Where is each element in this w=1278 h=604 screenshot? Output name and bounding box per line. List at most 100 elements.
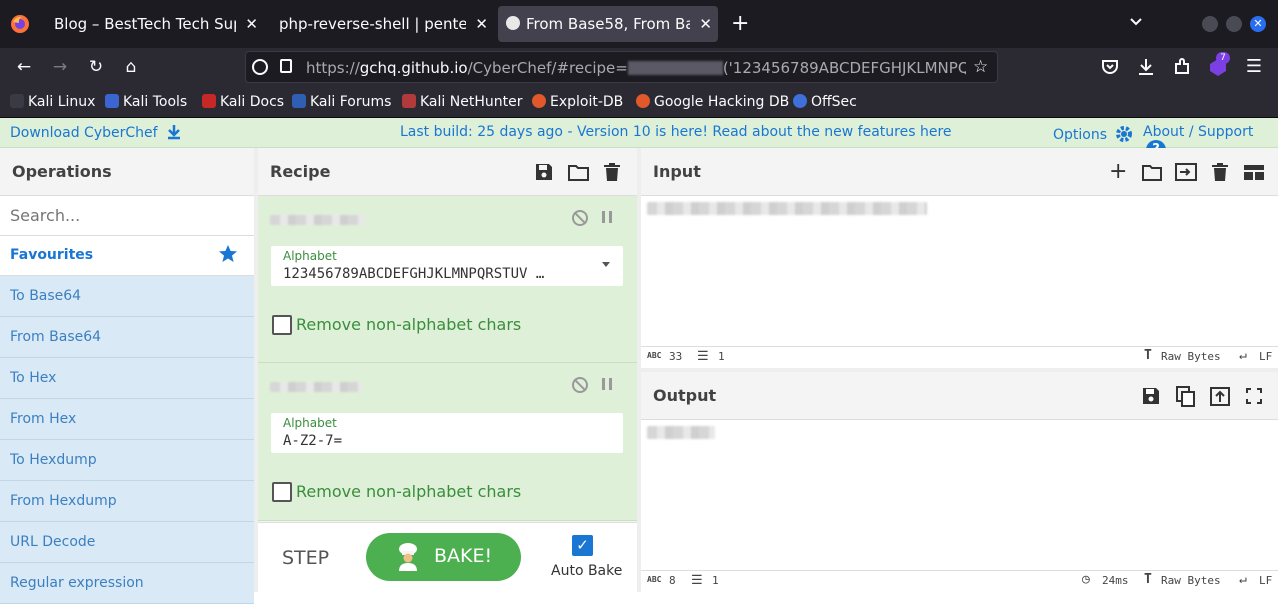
kali-forums-icon	[292, 94, 306, 108]
recipe-operation-1[interactable]: Alphabet 123456789ABCDEFGHJKLMNPQRSTUV ……	[258, 196, 637, 363]
clock-icon: ◷	[1082, 572, 1090, 587]
text-encoding-icon[interactable]: T	[1144, 572, 1152, 587]
extension-badge-icon[interactable]: 7	[1207, 52, 1230, 78]
panel-resize-gutter[interactable]	[254, 148, 258, 592]
url-bar[interactable]: https://gchq.github.io/CyberChef/#recipe…	[245, 51, 998, 83]
nethunter-icon	[402, 94, 416, 108]
remove-non-alphabet-checkbox-1[interactable]	[272, 315, 292, 335]
cyberchef-banner: Download CyberChef Last build: 25 days a…	[0, 118, 1278, 160]
bookmark-kali-nethunter[interactable]: Kali NetHunter	[402, 86, 522, 118]
forward-arrow-icon[interactable]: →	[49, 56, 71, 78]
length-abc-icon: ABC	[647, 351, 662, 360]
kali-dragon-icon	[10, 94, 24, 108]
add-input-tab-icon[interactable]: +	[1109, 161, 1127, 183]
maximise-output-icon[interactable]	[1246, 388, 1262, 404]
hamburger-menu-icon[interactable]: ☰	[1243, 56, 1265, 78]
download-icon	[166, 124, 182, 140]
tab-close-icon[interactable]: ✕	[699, 6, 712, 42]
window-minimize-button[interactable]	[1202, 16, 1218, 32]
clear-input-trash-icon[interactable]	[1212, 163, 1228, 181]
open-folder-icon[interactable]	[1142, 163, 1162, 181]
step-button[interactable]: STEP	[282, 547, 329, 569]
operation-item[interactable]: From Hex	[0, 399, 254, 440]
load-recipe-folder-icon[interactable]	[568, 163, 589, 181]
replace-input-with-output-icon[interactable]	[1210, 387, 1230, 406]
ghdb-icon	[636, 94, 650, 108]
browser-tab-bar: Blog – BestTech Tech Suppor ✕ php-revers…	[0, 0, 1278, 48]
reload-icon[interactable]: ↻	[85, 56, 107, 78]
bookmark-kali-tools[interactable]: Kali Tools	[105, 86, 187, 118]
chef-icon	[396, 543, 420, 571]
alphabet-field-2[interactable]: Alphabet A-Z2-7=	[271, 413, 623, 453]
tab-php-reverse-shell[interactable]: php-reverse-shell | pentestm ✕	[269, 6, 494, 42]
operation-item[interactable]: URL Decode	[0, 522, 254, 563]
back-arrow-icon[interactable]: ←	[13, 56, 35, 78]
lock-icon[interactable]	[280, 59, 292, 73]
auto-bake-checkbox[interactable]: ✓	[572, 535, 593, 556]
reset-layout-icon[interactable]	[1244, 165, 1264, 180]
bake-button[interactable]: BAKE!	[366, 533, 521, 581]
tab-close-icon[interactable]: ✕	[475, 6, 488, 42]
lines-icon: ☰	[697, 349, 709, 364]
operation-item[interactable]: To Hex	[0, 358, 254, 399]
disable-operation-icon[interactable]	[572, 210, 588, 226]
breakpoint-pause-icon[interactable]	[602, 211, 612, 223]
dropdown-caret-icon[interactable]	[602, 262, 610, 267]
copy-output-icon[interactable]	[1176, 386, 1195, 407]
open-file-icon[interactable]	[1175, 163, 1197, 181]
redacted-url-segment	[627, 61, 723, 75]
eol-return-icon[interactable]: ↵	[1239, 348, 1247, 363]
operation-item[interactable]: Regular expression	[0, 563, 254, 604]
exploit-db-icon	[532, 94, 546, 108]
tab-close-icon[interactable]: ✕	[245, 6, 258, 42]
url-text: https://gchq.github.io/CyberChef/#recipe…	[306, 59, 966, 77]
star-icon	[218, 244, 238, 264]
tab-cyberchef[interactable]: From Base58, From Base ✕	[498, 6, 718, 42]
list-all-tabs-chevron-icon[interactable]	[1128, 14, 1144, 30]
kali-tools-icon	[105, 94, 119, 108]
output-status-bar: ABC 8 ☰ 1 ◷ 24ms T Raw Bytes ↵ LF	[641, 570, 1278, 592]
remove-non-alphabet-checkbox-2[interactable]	[272, 482, 292, 502]
operation-item[interactable]: To Base64	[0, 276, 254, 317]
bookmark-offsec[interactable]: OffSec	[793, 86, 857, 118]
tab-blog[interactable]: Blog – BestTech Tech Suppor ✕	[44, 6, 264, 42]
save-recipe-icon[interactable]	[535, 163, 553, 181]
version-notice-link[interactable]: Last build: 25 days ago - Version 10 is …	[400, 124, 952, 140]
eol-return-icon[interactable]: ↵	[1239, 572, 1247, 587]
bookmark-kali-docs[interactable]: Kali Docs	[202, 86, 284, 118]
breakpoint-pause-icon[interactable]	[602, 378, 612, 390]
text-encoding-icon[interactable]: T	[1144, 348, 1152, 363]
operation-item[interactable]: To Hexdump	[0, 440, 254, 481]
bookmark-kali-linux[interactable]: Kali Linux	[10, 86, 95, 118]
operation-item[interactable]: From Hexdump	[0, 481, 254, 522]
downloads-icon[interactable]	[1135, 56, 1157, 78]
recipe-panel: Recipe Alphabet 123456789ABCDEFGHJKLMNPQ…	[258, 148, 637, 592]
clear-recipe-trash-icon[interactable]	[604, 163, 620, 181]
redacted-operation-name	[270, 215, 365, 225]
options-link[interactable]: Options	[1053, 124, 1134, 144]
bookmarks-bar: Kali Linux Kali Tools Kali Docs Kali For…	[0, 86, 1278, 118]
window-close-button[interactable]: ✕	[1250, 16, 1266, 32]
recipe-operation-2[interactable]: Alphabet A-Z2-7= Remove non-alphabet cha…	[258, 363, 637, 521]
window-maximize-button[interactable]	[1226, 16, 1242, 32]
home-icon[interactable]: ⌂	[120, 56, 142, 78]
extensions-puzzle-icon[interactable]	[1171, 56, 1193, 78]
redacted-operation-name	[270, 382, 362, 392]
redacted-output-text	[647, 426, 715, 439]
operation-item[interactable]: From Base64	[0, 317, 254, 358]
operations-search-input[interactable]	[0, 196, 254, 236]
tracking-shield-icon[interactable]	[252, 59, 268, 75]
disable-operation-icon[interactable]	[572, 377, 588, 393]
operations-title: Operations	[0, 148, 254, 196]
save-output-icon[interactable]	[1142, 387, 1160, 405]
bookmark-exploit-db[interactable]: Exploit-DB	[532, 86, 623, 118]
new-tab-plus-icon[interactable]: +	[731, 12, 751, 36]
pocket-icon[interactable]	[1099, 56, 1121, 78]
alphabet-field-1[interactable]: Alphabet 123456789ABCDEFGHJKLMNPQRSTUV …	[271, 246, 623, 286]
bookmark-star-icon[interactable]: ☆	[973, 57, 988, 77]
download-cyberchef-link[interactable]: Download CyberChef	[10, 124, 182, 141]
favourites-category[interactable]: Favourites	[0, 236, 254, 276]
bookmark-google-hacking-db[interactable]: Google Hacking DB	[636, 86, 789, 118]
firefox-logo-icon[interactable]	[10, 14, 30, 34]
bookmark-kali-forums[interactable]: Kali Forums	[292, 86, 391, 118]
